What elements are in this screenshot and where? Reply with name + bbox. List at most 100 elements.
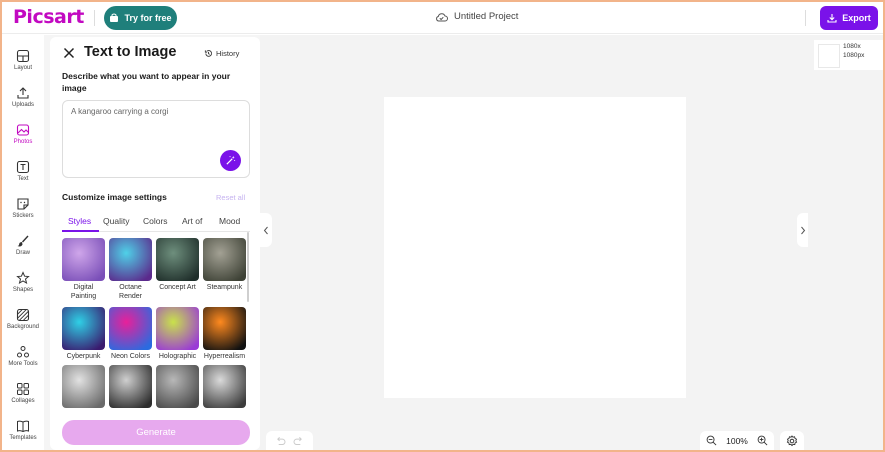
tab-art-of[interactable]: Art of	[182, 216, 202, 226]
style-tile[interactable]	[156, 365, 199, 408]
style-tile[interactable]: Concept Art	[156, 238, 199, 292]
export-button[interactable]: Export	[820, 6, 878, 30]
sidebar-item-stickers[interactable]: Stickers	[2, 190, 44, 226]
style-thumbnail	[203, 365, 246, 408]
style-label: Steampunk	[206, 284, 243, 291]
style-tile[interactable]: Cyberpunk	[62, 307, 105, 361]
top-bar: Picsart Try for free Untitled Project Ex…	[2, 2, 883, 34]
sidebar-item-label: Collages	[11, 398, 35, 404]
history-button[interactable]: History	[204, 45, 248, 61]
close-icon[interactable]	[62, 46, 76, 60]
style-tile[interactable]: Hyperrealism	[203, 307, 246, 361]
style-label: Concept Art	[159, 284, 196, 291]
style-thumbnail	[203, 238, 246, 281]
style-label: Neon Colors	[111, 353, 150, 360]
style-tile[interactable]	[203, 365, 246, 408]
collapse-panel-button[interactable]	[260, 213, 272, 247]
page-thumbnail[interactable]	[818, 44, 840, 68]
sidebar-item-label: Photos	[13, 139, 33, 145]
style-label: Holographic	[158, 353, 197, 360]
tab-mood[interactable]: Mood	[219, 216, 240, 226]
more-tools-icon	[17, 346, 29, 358]
sidebar-item-draw[interactable]: Draw	[2, 227, 44, 263]
describe-label: Describe what you want to appear in your…	[62, 71, 231, 93]
style-thumbnail	[109, 365, 152, 408]
reset-all-link[interactable]: Reset all	[216, 193, 245, 202]
sticker-icon	[17, 198, 29, 210]
sidebar-item-label: Stickers	[12, 213, 34, 219]
redo-icon[interactable]	[293, 436, 304, 445]
style-label: Digital Painting	[70, 284, 97, 300]
tab-colors[interactable]: Colors	[143, 216, 168, 226]
style-label: Hyperrealism	[203, 353, 246, 360]
generate-button[interactable]: Generate	[62, 420, 250, 445]
bag-icon	[110, 13, 119, 22]
sidebar-item-uploads[interactable]: Uploads	[2, 79, 44, 115]
style-tile[interactable]: Digital Painting	[62, 238, 105, 301]
chevron-right-icon	[801, 226, 806, 234]
style-tile[interactable]: Neon Colors	[109, 307, 152, 361]
sidebar-item-label: Shapes	[12, 287, 34, 293]
style-label: Cyberpunk	[66, 353, 101, 360]
project-title[interactable]: Untitled Project	[435, 11, 518, 22]
style-thumbnail	[109, 307, 152, 350]
sidebar-item-label: More Tools	[8, 361, 38, 367]
sidebar-item-label: Draw	[15, 250, 30, 256]
export-label: Export	[842, 13, 871, 23]
zoom-controls: 100%	[700, 431, 774, 450]
photo-icon	[16, 124, 30, 136]
chevron-left-icon	[263, 226, 268, 234]
style-tile[interactable]: Holographic	[156, 307, 199, 361]
tab-styles[interactable]: Styles	[68, 216, 91, 226]
style-label: Octane Render	[119, 284, 142, 300]
sidebar-item-more-tools[interactable]: More Tools	[2, 338, 44, 374]
page-size-line: 1080x	[843, 43, 861, 50]
sidebar-item-templates[interactable]: Templates	[2, 412, 44, 448]
template-icon	[17, 420, 29, 433]
background-icon	[16, 308, 30, 322]
upload-icon	[17, 87, 29, 99]
design-canvas[interactable]	[384, 97, 686, 398]
picsart-logo[interactable]: Picsart	[13, 6, 84, 28]
sidebar-item-text[interactable]: Text	[2, 153, 44, 189]
style-tile[interactable]	[62, 365, 105, 408]
undo-icon[interactable]	[275, 436, 286, 445]
customize-label: Customize image settings	[62, 192, 167, 202]
text-icon	[16, 160, 30, 174]
style-tile[interactable]: Steampunk	[203, 238, 246, 292]
divider	[94, 10, 95, 26]
zoom-in-icon[interactable]	[757, 435, 768, 446]
sidebar-item-layout[interactable]: Layout	[2, 42, 44, 78]
history-icon	[204, 49, 212, 57]
style-tile[interactable]	[109, 365, 152, 408]
left-sidebar: Layout Uploads Photos Text Stickers Draw…	[2, 35, 44, 450]
panel-title: Text to Image	[84, 44, 177, 60]
sidebar-item-label: Templates	[9, 435, 37, 441]
canvas-settings-button[interactable]	[780, 431, 804, 450]
project-name: Untitled Project	[454, 11, 519, 22]
zoom-level[interactable]: 100%	[726, 436, 748, 446]
brush-icon	[17, 235, 29, 247]
style-tile[interactable]: Octane Render	[109, 238, 152, 301]
page-size: 1080x 1080px	[843, 43, 864, 60]
style-thumbnail	[156, 365, 199, 408]
active-tab-indicator	[62, 230, 99, 232]
star-icon	[16, 271, 30, 285]
try-label: Try for free	[124, 13, 172, 23]
tab-quality[interactable]: Quality	[103, 216, 129, 226]
style-thumbnail	[156, 238, 199, 281]
sidebar-item-label: Uploads	[11, 102, 34, 108]
prompt-textarea[interactable]: A kangaroo carrying a corgi	[62, 100, 250, 178]
sidebar-item-background[interactable]: Background	[2, 301, 44, 337]
sidebar-item-shapes[interactable]: Shapes	[2, 264, 44, 300]
pages-panel	[808, 35, 883, 450]
zoom-out-icon[interactable]	[706, 435, 717, 446]
sidebar-item-collages[interactable]: Collages	[2, 375, 44, 411]
magic-wand-button[interactable]	[220, 150, 241, 171]
page-size-line: 1080px	[843, 51, 865, 59]
prompt-text[interactable]: A kangaroo carrying a corgi	[71, 107, 168, 116]
sidebar-item-photos[interactable]: Photos	[2, 116, 44, 152]
style-thumbnail	[62, 238, 105, 281]
try-for-free-button[interactable]: Try for free	[104, 6, 177, 30]
style-thumbnail	[203, 307, 246, 350]
